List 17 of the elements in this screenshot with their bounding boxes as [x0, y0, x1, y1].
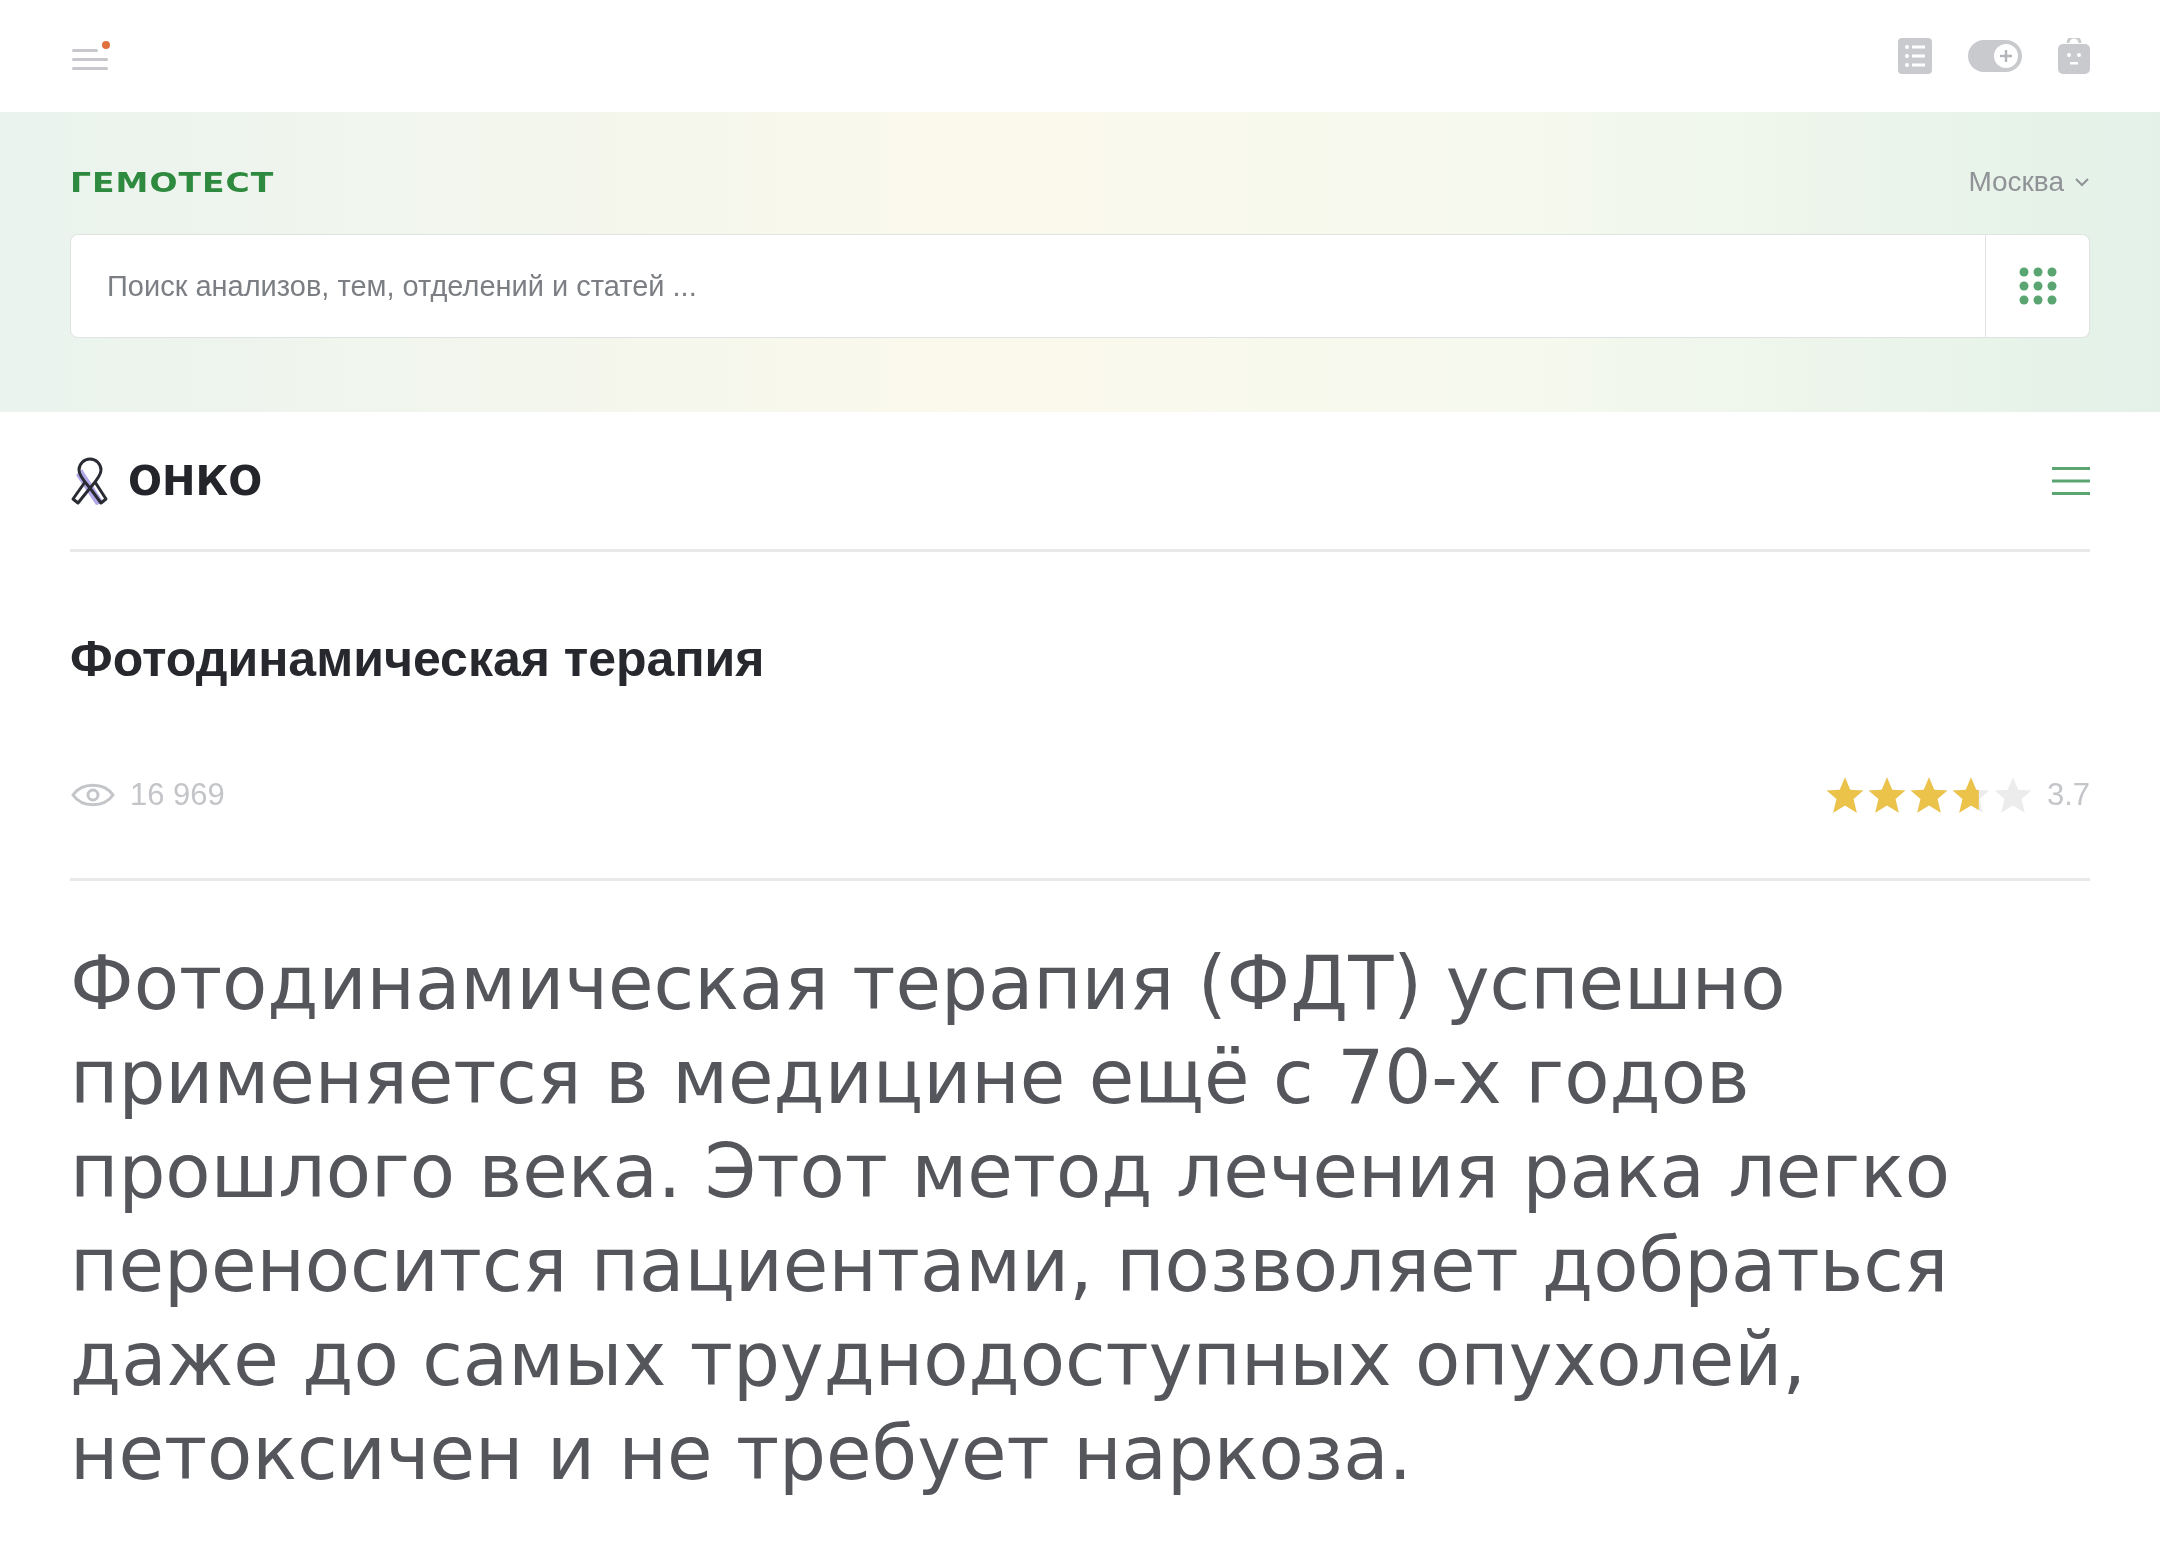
bag-icon[interactable] — [2058, 38, 2090, 74]
grid-icon — [2018, 267, 2057, 305]
article-title: Фотодинамическая терапия — [70, 630, 766, 689]
chevron-down-icon — [2074, 177, 2090, 187]
star-rating[interactable] — [1824, 776, 2033, 814]
logo[interactable]: ГЕМОТЕСТ — [70, 166, 275, 198]
section-title[interactable]: ОНКО — [128, 457, 263, 504]
rating-value: 3.7 — [2046, 777, 2090, 813]
star-icon — [1824, 776, 1865, 814]
article-lead: Фотодинамическая терапия (ФДТ) успешно применяется в медицине ещё с 70-х годов прошлого века. Этот метод лечения рака легко переносится пациентами, позволяет добраться даже до самых труднодоступных опухолей, нетоксичен и не требует наркоза. — [70, 939, 1952, 1498]
list-icon[interactable] — [1898, 38, 1932, 74]
toggle-add-icon[interactable] — [1968, 40, 2022, 72]
view-count: 16 969 — [130, 777, 225, 813]
star-icon — [1908, 776, 1949, 814]
star-icon — [1950, 776, 1991, 814]
city-selector[interactable]: Москва — [1968, 166, 2090, 198]
star-icon — [1866, 776, 1907, 814]
